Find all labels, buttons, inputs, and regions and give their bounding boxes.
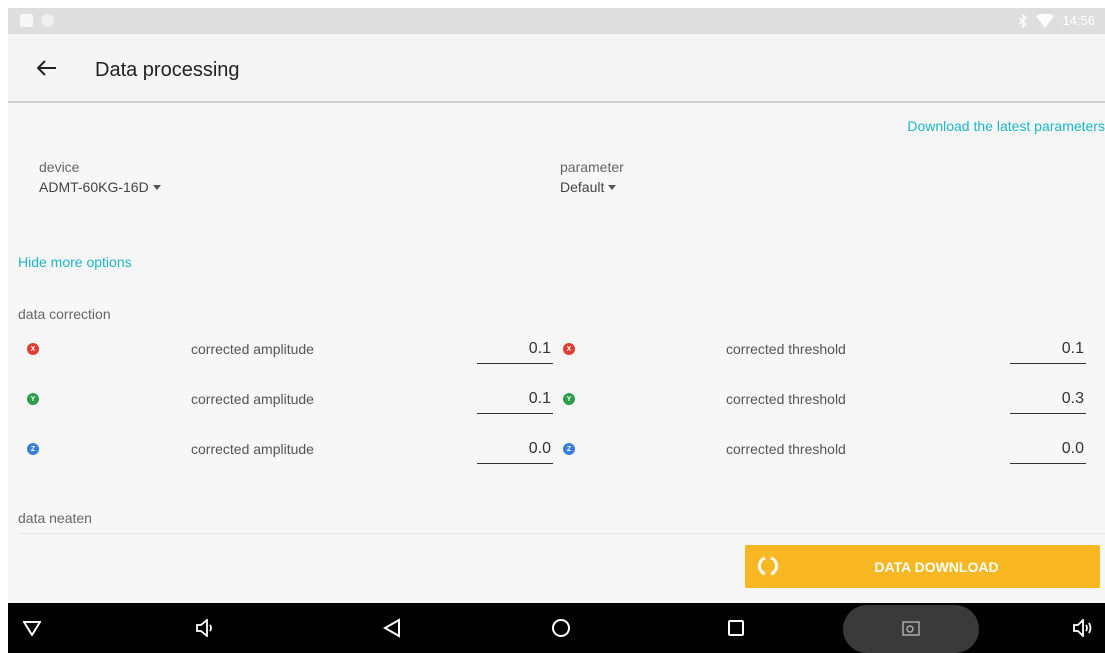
data-neaten-label: data neaten [18, 510, 92, 526]
back-arrow-button[interactable] [34, 55, 60, 81]
circle-notification-icon [41, 14, 54, 27]
dropdown-triangle-icon [23, 621, 41, 636]
amplitude-x-input[interactable] [477, 334, 553, 364]
dropdown-caret-icon [608, 184, 617, 190]
threshold-label: corrected threshold [726, 341, 846, 357]
axis-y-badge-icon: Y [27, 393, 39, 405]
hide-more-options-link[interactable]: Hide more options [18, 254, 132, 270]
axis-z-badge-icon: Z [27, 443, 39, 455]
divider [18, 533, 1105, 534]
system-nav-bar [8, 603, 1105, 653]
correction-row-x: X corrected amplitude X corrected thresh… [8, 329, 1105, 369]
parameter-value: Default [560, 179, 605, 195]
amplitude-y-input[interactable] [477, 384, 553, 414]
amplitude-label: corrected amplitude [191, 391, 314, 407]
amplitude-z-input[interactable] [477, 434, 553, 464]
volume-down-button[interactable] [193, 616, 217, 640]
status-indicators: 14:56 [1018, 13, 1095, 28]
page-title: Data processing [95, 59, 240, 81]
correction-row-z: Z corrected amplitude Z corrected thresh… [8, 429, 1105, 469]
arrow-left-icon [37, 60, 56, 76]
axis-x-badge-icon: X [563, 343, 575, 355]
app-bar: Data processing [8, 34, 1105, 103]
threshold-label: corrected threshold [726, 391, 846, 407]
data-correction-label: data correction [18, 306, 111, 322]
parameter-select[interactable]: Default [560, 179, 617, 195]
threshold-x-input[interactable] [1010, 334, 1086, 364]
volume-down-icon [196, 619, 212, 637]
device-select[interactable]: ADMT-60KG-16D [39, 179, 161, 195]
device-value: ADMT-60KG-16D [39, 179, 149, 195]
home-nav-button[interactable] [549, 616, 573, 640]
data-download-label: DATA DOWNLOAD [874, 559, 999, 575]
recents-icon [728, 620, 744, 636]
parameter-label: parameter [560, 159, 624, 175]
wifi-icon [1036, 13, 1055, 28]
bluetooth-icon [1018, 13, 1028, 28]
image-notification-icon [20, 14, 33, 27]
back-icon [383, 618, 400, 638]
screenshot-button[interactable] [899, 616, 923, 640]
volume-up-button[interactable] [1071, 616, 1095, 640]
main-content: Download the latest parameters device AD… [8, 103, 1105, 603]
home-icon [552, 619, 570, 637]
status-bar: 14:56 [8, 8, 1105, 34]
recents-nav-button[interactable] [724, 616, 748, 640]
data-download-button[interactable]: DATA DOWNLOAD [745, 545, 1100, 588]
threshold-z-input[interactable] [1010, 434, 1086, 464]
dropdown-caret-icon [152, 184, 161, 190]
dropdown-triangle-button[interactable] [20, 616, 44, 640]
threshold-y-input[interactable] [1010, 384, 1086, 414]
back-nav-button[interactable] [380, 616, 404, 640]
screenshot-icon [902, 621, 920, 636]
axis-x-badge-icon: X [27, 343, 39, 355]
correction-row-y: Y corrected amplitude Y corrected thresh… [8, 379, 1105, 419]
download-parameters-link[interactable]: Download the latest parameters [907, 118, 1105, 134]
axis-y-badge-icon: Y [563, 393, 575, 405]
amplitude-label: corrected amplitude [191, 341, 314, 357]
device-label: device [39, 159, 80, 175]
volume-up-icon [1073, 619, 1092, 637]
status-time: 14:56 [1062, 13, 1095, 28]
amplitude-label: corrected amplitude [191, 441, 314, 457]
status-notifications [20, 14, 54, 27]
axis-z-badge-icon: Z [563, 443, 575, 455]
threshold-label: corrected threshold [726, 441, 846, 457]
